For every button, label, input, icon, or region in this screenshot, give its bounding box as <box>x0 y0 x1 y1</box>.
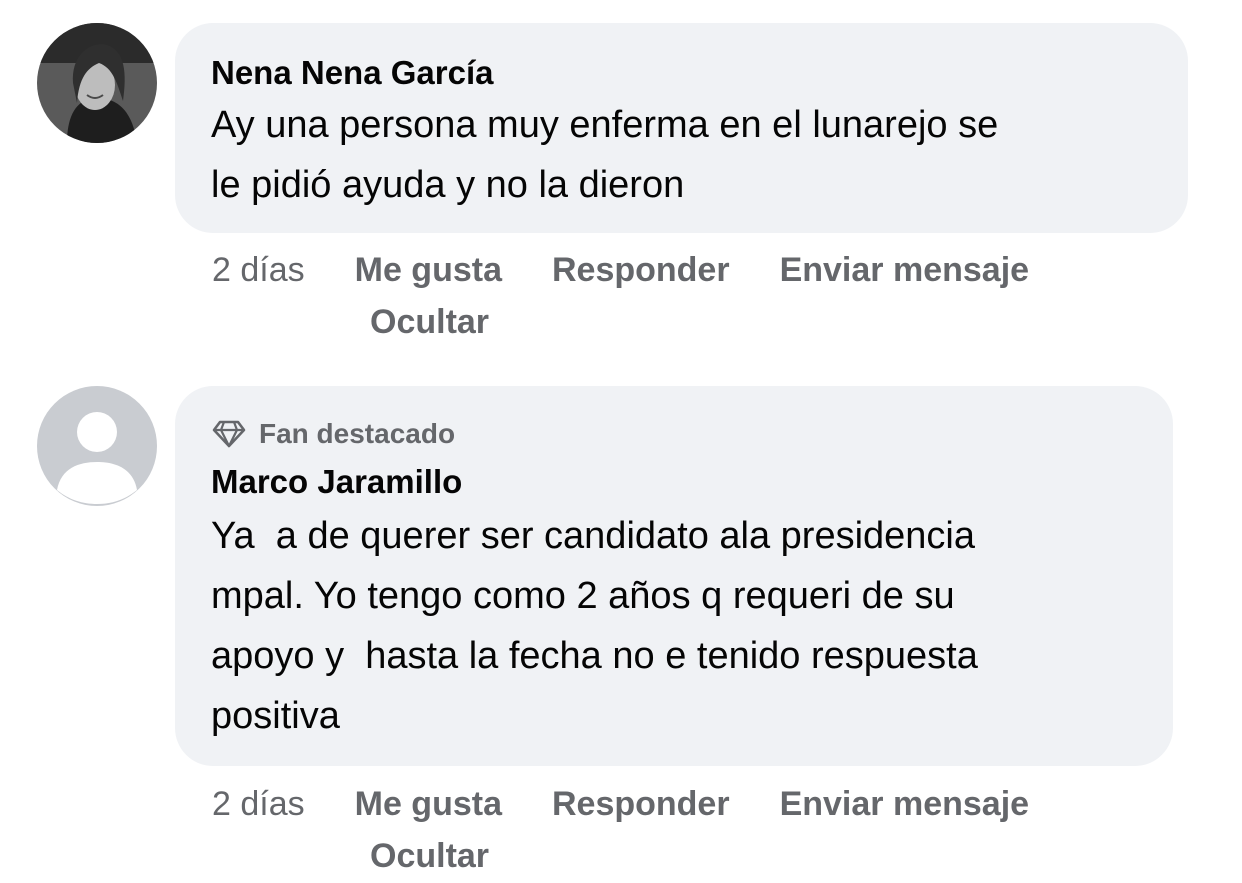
comment-bubble: Nena Nena García Ay una persona muy enfe… <box>175 23 1188 233</box>
like-button[interactable]: Me gusta <box>355 778 502 830</box>
hide-button[interactable]: Ocultar <box>370 830 489 882</box>
comment-author[interactable]: Nena Nena García <box>211 53 1152 93</box>
profile-photo-icon <box>37 23 157 143</box>
comment-timestamp[interactable]: 2 días <box>212 244 305 296</box>
diamond-icon <box>211 419 247 449</box>
comment-text: Ay una persona muy enferma en el lunarej… <box>211 104 999 206</box>
comment-text: Ya a de querer ser candidato ala preside… <box>211 515 978 737</box>
reply-button[interactable]: Responder <box>552 244 730 296</box>
avatar[interactable] <box>37 23 157 143</box>
comment-actions: 2 días Me gusta Responder Enviar mensaje Oc… <box>212 778 1172 875</box>
default-avatar-icon <box>37 386 157 506</box>
comment-author[interactable]: Marco Jaramillo <box>211 462 1137 502</box>
comment-timestamp[interactable]: 2 días <box>212 778 305 830</box>
send-message-button[interactable]: Enviar mensaje <box>780 778 1029 830</box>
hide-button[interactable]: Ocultar <box>370 296 489 348</box>
comment-bubble: Fan destacado Marco Jaramillo Ya a de qu… <box>175 386 1173 766</box>
send-message-button[interactable]: Enviar mensaje <box>780 244 1029 296</box>
reply-button[interactable]: Responder <box>552 778 730 830</box>
top-fan-badge: Fan destacado <box>211 414 1137 454</box>
like-button[interactable]: Me gusta <box>355 244 502 296</box>
comment-actions: 2 días Me gusta Responder Enviar mensaje Oc… <box>212 244 1172 341</box>
badge-label: Fan destacado <box>259 418 456 449</box>
avatar[interactable] <box>37 386 157 506</box>
